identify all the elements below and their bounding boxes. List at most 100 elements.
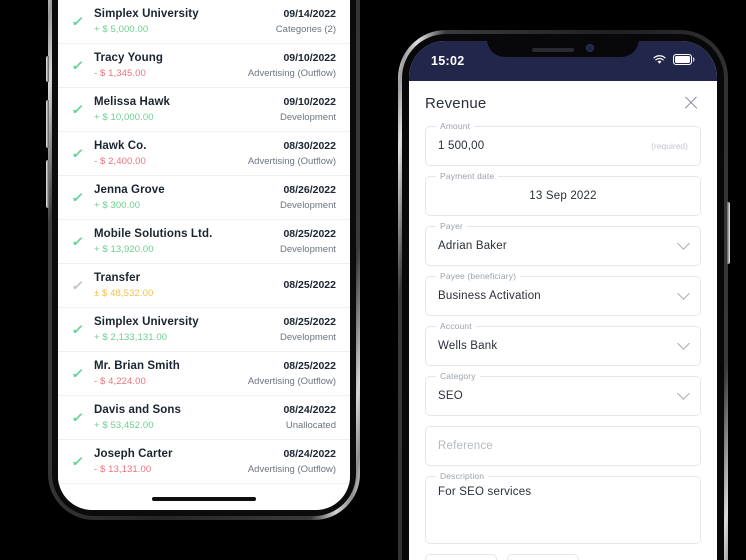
check-icon: ✓ <box>70 322 86 337</box>
sheet-header: Revenue <box>425 93 701 113</box>
revenue-form-phone: 15:02 Revenue Amount 1 500,00 (required)… <box>398 30 730 560</box>
volume-up-button[interactable] <box>46 100 49 148</box>
page-title: Revenue <box>425 94 487 112</box>
transaction-amount: - $ 4,224.00 <box>94 376 146 387</box>
field-label: Amount <box>436 121 475 132</box>
transaction-date: 09/10/2022 <box>283 52 336 64</box>
field-value: For SEO services <box>438 486 532 498</box>
transaction-amount: - $ 13,131.00 <box>94 464 152 475</box>
field-label: Description <box>436 471 489 482</box>
power-button[interactable] <box>727 202 730 264</box>
transaction-name: Hawk Co. <box>94 140 147 152</box>
transaction-row[interactable]: ✓ Simplex University + $ 5,000.00 09/14/202… <box>58 0 350 44</box>
close-icon[interactable] <box>681 93 701 113</box>
transaction-row[interactable]: ✓ Hawk Co. - $ 2,400.00 08/30/2022 Advertisi… <box>58 132 350 176</box>
chevron-down-icon[interactable] <box>677 236 690 250</box>
transaction-row[interactable]: ✓ Joseph Carter - $ 13,131.00 08/24/2022 Adv… <box>58 440 350 484</box>
transaction-name: Davis and Sons <box>94 404 182 416</box>
check-icon: ✓ <box>70 454 86 469</box>
transaction-primary: Mr. Brian Smith - $ 4,224.00 <box>90 359 242 388</box>
transaction-primary: Davis and Sons + $ 53,452.00 <box>90 403 277 432</box>
transaction-primary: Joseph Carter - $ 13,131.00 <box>90 447 242 476</box>
transaction-meta: 08/24/2022 Unallocated <box>277 403 336 432</box>
check-icon: ✓ <box>70 14 86 29</box>
form-field-reference[interactable]: Reference <box>425 426 701 466</box>
transaction-date: 09/10/2022 <box>283 96 336 108</box>
transaction-name: Mobile Solutions Ltd. <box>94 228 213 240</box>
transaction-primary: Simplex University + $ 5,000.00 <box>90 7 270 36</box>
transaction-date: 08/25/2022 <box>283 278 336 291</box>
transaction-row[interactable]: ✓ Davis and Sons + $ 53,452.00 08/24/2022 Un… <box>58 396 350 440</box>
transaction-row[interactable]: ✓ Mr. Brian Smith - $ 4,224.00 08/25/2022 Ad… <box>58 352 350 396</box>
field-label: Payee (beneficiary) <box>436 271 521 282</box>
revenue-form-sheet: Revenue Amount 1 500,00 (required) Payment … <box>409 79 717 560</box>
transaction-meta: 08/30/2022 Advertising (Outflow) <box>242 139 336 168</box>
transaction-primary: Simplex University + $ 2,133,131.00 <box>90 315 274 344</box>
transaction-category: Development <box>280 200 336 211</box>
transaction-category: Advertising (Outflow) <box>247 464 336 475</box>
invoice-button[interactable]: Invoice <box>506 554 579 560</box>
phone-screen-left: ✓ Simplex University + $ 5,000.00 09/14/202… <box>58 0 350 510</box>
field-value: Business Activation <box>438 290 541 302</box>
transaction-row[interactable]: ✓ Jenna Grove + $ 300.00 08/26/2022 Developm… <box>58 176 350 220</box>
transaction-amount: - $ 2,400.00 <box>94 156 146 167</box>
transactions-list-phone: ✓ Simplex University + $ 5,000.00 09/14/202… <box>46 0 360 520</box>
transaction-name: Joseph Carter <box>94 448 173 460</box>
front-camera-icon <box>586 44 594 52</box>
field-label: Payment date <box>436 171 499 182</box>
field-hint: (required) <box>651 141 688 151</box>
transaction-name: Jenna Grove <box>94 184 165 196</box>
chevron-down-icon[interactable] <box>677 286 690 300</box>
status-indicators <box>653 52 695 70</box>
form-field-payer[interactable]: Payer Adrian Baker <box>425 221 701 266</box>
project-button[interactable]: Project <box>425 554 497 560</box>
form-field-payment-date[interactable]: Payment date 13 Sep 2022 <box>425 171 701 216</box>
revenue-form-fields: Amount 1 500,00 (required) Payment date 13 S… <box>425 121 701 544</box>
transaction-category: Advertising (Outflow) <box>247 68 336 79</box>
form-field-description[interactable]: Description For SEO services <box>425 471 701 544</box>
transaction-primary: Jenna Grove + $ 300.00 <box>90 183 274 212</box>
transaction-category: Unallocated <box>285 420 336 431</box>
form-field-payee-beneficiary[interactable]: Payee (beneficiary) Business Activation <box>425 271 701 316</box>
field-placeholder: Reference <box>438 440 493 452</box>
transaction-date: 08/24/2022 <box>283 448 336 460</box>
form-action-buttons: Project Invoice <box>425 554 701 560</box>
transaction-category: Development <box>280 244 336 255</box>
transaction-amount: + $ 5,000.00 <box>94 24 149 35</box>
form-field-amount[interactable]: Amount 1 500,00 (required) <box>425 121 701 166</box>
transaction-row[interactable]: ✓ Transfer ± $ 48,532.00 08/25/2022 <box>58 264 350 308</box>
field-label: Payer <box>436 221 467 232</box>
screenshot-stage: ✓ Simplex University + $ 5,000.00 09/14/202… <box>0 0 746 560</box>
transaction-date: 08/25/2022 <box>283 316 336 328</box>
transaction-row[interactable]: ✓ Melissa Hawk + $ 10,000.00 09/10/2022 Deve… <box>58 88 350 132</box>
transaction-date: 08/25/2022 <box>283 228 336 240</box>
transaction-category: Development <box>280 332 336 343</box>
form-field-category[interactable]: Category SEO <box>425 371 701 416</box>
transactions-list[interactable]: ✓ Simplex University + $ 5,000.00 09/14/202… <box>58 0 350 484</box>
transaction-meta: 09/10/2022 Development <box>274 95 336 124</box>
chevron-down-icon[interactable] <box>677 386 690 400</box>
check-icon: ✓ <box>70 58 86 73</box>
transaction-date: 08/26/2022 <box>283 184 336 196</box>
transaction-meta: 09/10/2022 Advertising (Outflow) <box>242 51 336 80</box>
check-icon: ✓ <box>70 278 86 293</box>
check-icon: ✓ <box>70 146 86 161</box>
transaction-amount: + $ 300.00 <box>94 200 141 211</box>
volume-down-button[interactable] <box>46 160 49 208</box>
transaction-meta: 08/25/2022 Development <box>274 315 336 344</box>
check-icon: ✓ <box>70 190 86 205</box>
form-field-account[interactable]: Account Wells Bank <box>425 321 701 366</box>
transaction-row[interactable]: ✓ Simplex University + $ 2,133,131.00 08/25… <box>58 308 350 352</box>
silent-switch-button[interactable] <box>46 56 49 82</box>
transaction-name: Transfer <box>94 272 141 284</box>
transaction-amount: + $ 13,920.00 <box>94 244 154 255</box>
transaction-primary: Transfer ± $ 48,532.00 <box>90 271 277 300</box>
transaction-amount: - $ 1,345.00 <box>94 68 146 79</box>
check-icon: ✓ <box>70 410 86 425</box>
transaction-row[interactable]: ✓ Tracy Young - $ 1,345.00 09/10/2022 Advert… <box>58 44 350 88</box>
transaction-category: Advertising (Outflow) <box>247 156 336 167</box>
chevron-down-icon[interactable] <box>677 336 690 350</box>
transaction-date: 08/24/2022 <box>283 404 336 416</box>
transaction-row[interactable]: ✓ Mobile Solutions Ltd. + $ 13,920.00 08/25… <box>58 220 350 264</box>
transaction-meta: 08/25/2022 Development <box>274 227 336 256</box>
